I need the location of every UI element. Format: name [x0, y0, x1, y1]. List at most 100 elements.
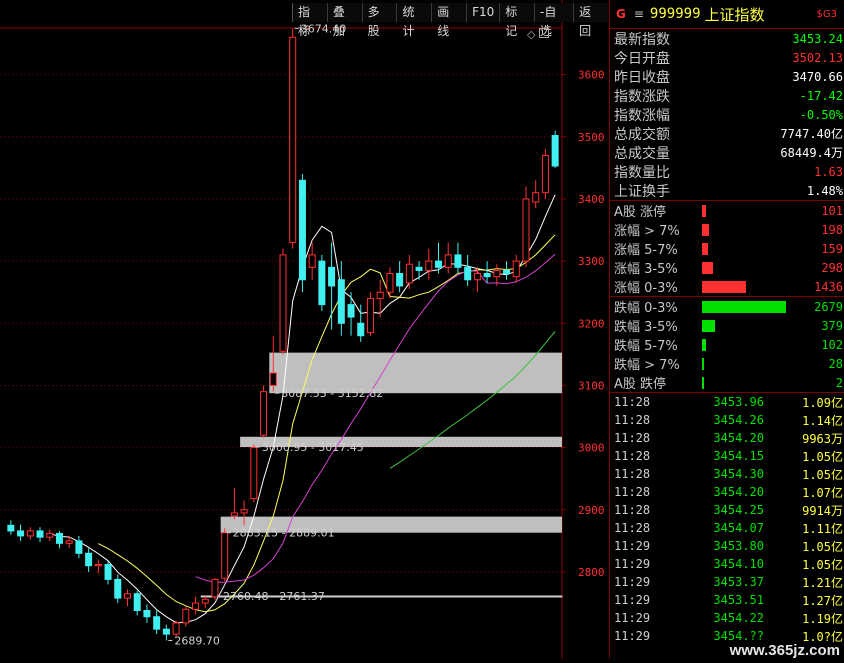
candle-body: [308, 254, 316, 268]
tick-row: 11:28 3454.25 9914万: [610, 501, 844, 519]
candle-body: [153, 616, 161, 630]
tick-row: 11:29 3454.22 1.19亿: [610, 609, 844, 627]
tick-price: 3454.30: [713, 467, 764, 481]
tick-row: 11:28 3454.20 1.07亿: [610, 483, 844, 501]
breadth-bar-track: [702, 376, 786, 389]
tick-volume: 9963万: [802, 431, 843, 446]
kline-chart[interactable]: 2800 2900 3000 3100 3200 3300 3400 3500 3600 3674…: [0, 0, 608, 659]
tick-volume: 1.09亿: [802, 395, 843, 410]
candle-body: [503, 269, 511, 275]
quote-row: 总成交量 68449.4万: [610, 143, 844, 162]
tick-time: 11:28: [614, 395, 651, 409]
tick-row: 11:29 3453.80 1.05亿: [610, 537, 844, 555]
candle-body: [396, 273, 404, 287]
tick-time: 11:28: [614, 449, 651, 463]
candle-body: [36, 530, 44, 538]
menu-icon[interactable]: ≡: [634, 7, 644, 21]
toolbar: 指标 叠加 多股 统计 画线 F10 标记 -自选 返回: [292, 3, 608, 38]
candle-body: [376, 291, 384, 299]
tick-price: 3453.51: [713, 593, 764, 607]
breadth-value: 2: [835, 375, 843, 390]
tick-list[interactable]: 11:28 3453.96 1.09亿 11:28 3454.26 1.14亿 11:28 3…: [610, 392, 844, 645]
candle-body: [328, 266, 336, 287]
quote-value: 68449.4万: [780, 146, 843, 160]
toolbar-button-7[interactable]: -自选: [534, 3, 574, 38]
candle-body: [444, 254, 452, 268]
tick-volume: 1.14亿: [802, 413, 843, 428]
breadth-row: A股 涨停 101: [610, 201, 844, 221]
toolbar-button-1[interactable]: 叠加: [326, 3, 362, 38]
tick-time: 11:28: [614, 521, 651, 535]
breadth-row: 跌幅 > 7% 28: [610, 354, 844, 374]
quote-row: 总成交额 7747.40亿: [610, 124, 844, 143]
breadth-label: 跌幅 5-7%: [614, 339, 678, 354]
candle-body: [522, 198, 530, 262]
quote-value: 3453.24: [792, 31, 843, 46]
y-tick-label: 3600: [578, 69, 605, 82]
candle-body: [123, 593, 131, 599]
breadth-value: 1436: [814, 279, 843, 294]
candle-body: [279, 254, 287, 352]
toolbar-button-8[interactable]: 返回: [573, 3, 608, 38]
toolbar-button-0[interactable]: 指标: [292, 3, 327, 38]
tick-price: 3454.25: [713, 503, 764, 517]
tick-row: 11:28 3453.96 1.09亿: [610, 393, 844, 411]
candle-body: [240, 509, 248, 514]
breadth-label: 跌幅 0-3%: [614, 301, 678, 316]
quote-label: 指数涨跌: [614, 88, 670, 105]
candle-body: [17, 530, 25, 537]
breadth-bar: [702, 223, 709, 236]
tick-volume: 1.07亿: [802, 485, 843, 500]
candle-body: [318, 260, 326, 306]
breadth-bar: [702, 280, 746, 293]
breadth-label: 涨幅 3-5%: [614, 262, 678, 277]
breadth-bar: [702, 338, 706, 351]
breadth-bar-track: [702, 357, 786, 370]
breadth-bar: [702, 376, 704, 389]
tick-price: 3454.??: [713, 629, 764, 643]
breadth-value: 379: [821, 318, 843, 333]
g-icon[interactable]: G: [616, 7, 626, 21]
candle-body: [162, 628, 170, 635]
tick-price: 3454.26: [713, 413, 764, 427]
quote-value: 3502.13: [792, 50, 843, 65]
tick-row: 11:29 3453.51 1.27亿: [610, 591, 844, 609]
quote-label: 昨日收盘: [614, 69, 670, 86]
y-tick-label: 3200: [578, 317, 605, 330]
toolbar-button-2[interactable]: 多股: [361, 3, 397, 38]
breadth-label: A股 跌停: [614, 377, 667, 392]
candle-body: [435, 260, 443, 268]
tick-price: 3453.96: [713, 395, 764, 409]
candle-body: [532, 192, 540, 203]
toolbar-button-5[interactable]: F10: [466, 3, 500, 22]
candle-body: [230, 512, 238, 517]
breadth-bar: [702, 204, 706, 217]
market-badge: $G3: [816, 8, 837, 20]
quote-label: 今日开盘: [614, 50, 670, 67]
candle-body: [75, 540, 83, 554]
quote-value: -17.42: [799, 88, 843, 103]
quote-label: 上证换手: [614, 183, 670, 200]
toolbar-button-3[interactable]: 统计: [396, 3, 432, 38]
breadth-row: 涨幅 3-5% 298: [610, 258, 844, 278]
annotation-label: 2863.15 - 2889.01: [233, 527, 335, 540]
quote-rows: 最新指数 3453.24 今日开盘 3502.13 昨日收盘 3470.66 指数涨跌 -17…: [610, 29, 844, 200]
breadth-label: 涨幅 > 7%: [614, 224, 680, 239]
tick-time: 11:29: [614, 629, 651, 643]
breadth-bar-track: [702, 319, 786, 332]
quote-value: 1.63: [814, 164, 843, 179]
stock-code: 999999: [649, 6, 701, 22]
tick-row: 11:29 3453.37 1.21亿: [610, 573, 844, 591]
chart-settings-icons[interactable]: ◇: [527, 28, 549, 41]
ma10-line: [98, 234, 556, 613]
toolbar-button-4[interactable]: 画线: [431, 3, 467, 38]
candle-body: [260, 391, 268, 436]
quote-value: 1.48%: [806, 183, 843, 198]
breadth-bar-track: [702, 261, 786, 274]
breadth-bar-track: [702, 300, 786, 313]
annotation-label: 2689.70: [174, 635, 220, 648]
toolbar-button-6[interactable]: 标记: [499, 3, 535, 38]
tick-time: 11:29: [614, 593, 651, 607]
tick-time: 11:28: [614, 485, 651, 499]
candle-body: [143, 610, 151, 618]
